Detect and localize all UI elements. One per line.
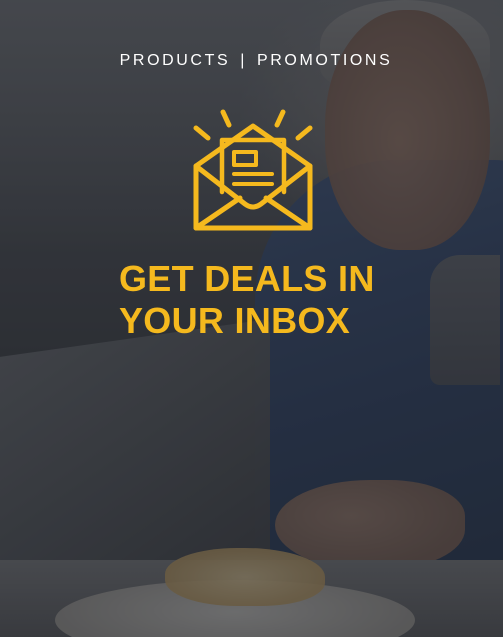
headline-line-1: GET DEALS IN (119, 258, 375, 299)
promo-banner[interactable]: PRODUCTS | PROMOTIONS GET DEALS IN YOUR IN… (0, 0, 503, 637)
nav-link-products[interactable]: PRODUCTS (120, 52, 231, 70)
category-nav: PRODUCTS | PROMOTIONS (0, 52, 503, 70)
open-envelope-icon (193, 109, 313, 231)
banner-content: PRODUCTS | PROMOTIONS GET DEALS IN YOUR IN… (0, 0, 503, 637)
nav-link-promotions[interactable]: PROMOTIONS (257, 52, 392, 70)
nav-separator: | (240, 52, 247, 69)
headline-line-2: YOUR INBOX (119, 300, 351, 341)
headline: GET DEALS IN YOUR INBOX (119, 258, 489, 342)
